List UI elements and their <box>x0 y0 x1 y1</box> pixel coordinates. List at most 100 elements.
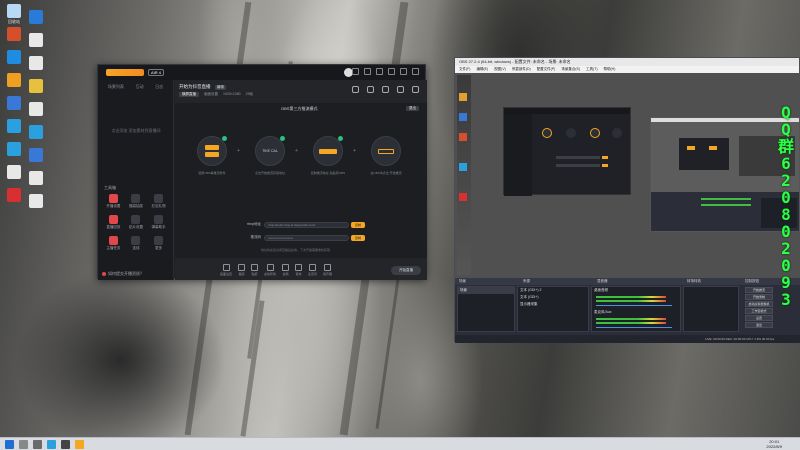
exit-button[interactable]: 退出 <box>406 106 419 111</box>
mic-volume-slider[interactable] <box>596 327 672 328</box>
desktop-icon[interactable] <box>3 188 25 212</box>
desktop-icon[interactable] <box>25 10 47 34</box>
taskbar-clock[interactable]: 20:01 2022/8/9 <box>766 439 782 449</box>
home-icon[interactable] <box>397 86 404 93</box>
desktop-icon[interactable] <box>3 142 25 166</box>
obs-control-button[interactable]: 工作室模式 <box>745 308 773 314</box>
sidebar-tabs: 场景列表 互动 日志 <box>98 80 173 90</box>
obs-titlebar[interactable]: OBS 27.2.4 (64-bit, windows) - 配置文件: 未命名… <box>455 58 799 66</box>
toolbar-item[interactable]: 合唱 <box>282 264 290 276</box>
desktop-icon[interactable] <box>3 73 25 97</box>
toolbar-item[interactable]: 贴纸 <box>251 264 259 276</box>
desktop-icon[interactable] <box>25 56 47 80</box>
desktop-icon[interactable]: 回收站 <box>3 4 25 28</box>
tool-item[interactable]: 开播设置 <box>102 194 125 209</box>
sidebar-tab[interactable]: 日志 <box>155 84 163 90</box>
qualification-hint[interactable]: 如何提交开播资质？ <box>102 271 144 277</box>
desktop-icon[interactable] <box>25 125 47 149</box>
obs-menu-item[interactable]: 工具(T) <box>586 66 597 73</box>
toolbar-item[interactable]: 扬声器 <box>323 264 332 276</box>
app-titlebar[interactable]: AIR 4 <box>98 65 425 80</box>
source-item[interactable]: 文本 (GDI+) 2 <box>518 287 588 294</box>
transitions-panel[interactable] <box>683 286 739 332</box>
go-live-button[interactable]: 开始直播 <box>391 266 421 275</box>
sources-list[interactable]: 文本 (GDI+) 2 文本 (GDI+) 显示器采集 <box>517 286 589 332</box>
tool-item[interactable]: 贴片设置 <box>125 215 148 230</box>
task-view-icon[interactable] <box>33 439 42 449</box>
rtmp-address-field[interactable]: rtmp://push-rtmp-l1.douyincdn.com/ <box>264 221 349 228</box>
obs-control-button[interactable]: 开始推流 <box>745 287 773 293</box>
print-icon[interactable] <box>367 86 374 93</box>
obs-menu-item[interactable]: 停靠部件(D) <box>512 66 531 73</box>
share-icon[interactable] <box>412 86 419 93</box>
overlay-char: 6 <box>781 154 791 173</box>
desktop-icon[interactable] <box>3 27 25 51</box>
desktop-icon[interactable] <box>25 194 47 218</box>
tool-item[interactable]: 弹幕助手 <box>147 215 170 230</box>
copy-key-button[interactable]: 复制 <box>351 234 365 241</box>
tool-item[interactable]: 主播任务 <box>102 236 125 251</box>
desktop-icon[interactable] <box>3 96 25 120</box>
desktop-icon[interactable] <box>25 79 47 103</box>
source-item[interactable]: 文本 (GDI+) <box>518 294 588 301</box>
obs-menu-item[interactable]: 场景集合(S) <box>561 66 580 73</box>
tool-item[interactable]: 福袋抽奖 <box>125 194 148 209</box>
stream-app-window[interactable]: AIR 4 场景列表 互动 日志 点击添加 添加素材到直播间 工具箱 开播设置 福袋抽… <box>97 64 427 280</box>
tool-item[interactable]: 红包礼物 <box>147 194 170 209</box>
settings-icon[interactable] <box>364 68 371 75</box>
scenes-list[interactable]: 场景 <box>457 286 515 332</box>
obs-taskbar-icon[interactable] <box>61 439 70 449</box>
stream-key-field[interactable]: •••••••••••••••••••••••• <box>264 234 349 241</box>
desktop-icon[interactable] <box>3 50 25 74</box>
obs-menu-item[interactable]: 帮助(H) <box>604 66 616 73</box>
start-button-icon[interactable] <box>5 439 14 449</box>
toolbar-item[interactable]: 麦克风 <box>308 264 317 276</box>
obs-control-button[interactable]: 退出 <box>745 322 773 328</box>
toolbar-item[interactable]: 美颜 <box>238 264 246 276</box>
camera-icon[interactable] <box>382 86 389 93</box>
tool-item[interactable]: 更多 <box>147 236 170 251</box>
desktop-icon[interactable] <box>25 102 47 126</box>
obs-menubar: 文件(F) 编辑(E) 视图(V) 停靠部件(D) 配置文件(P) 场景集合(S) 工具(T… <box>455 66 799 73</box>
toolbar-item[interactable]: 画面设置 <box>220 264 232 276</box>
obs-menu-item[interactable]: 编辑(E) <box>476 66 488 73</box>
obs-window[interactable]: OBS 27.2.4 (64-bit, windows) - 配置文件: 未命名… <box>454 57 800 343</box>
tool-icon <box>131 236 141 245</box>
toolbar-item[interactable]: 音效 <box>295 264 303 276</box>
obs-preview[interactable] <box>455 73 800 278</box>
sidebar-tab[interactable]: 场景列表 <box>108 84 124 90</box>
desktop-icon[interactable] <box>25 148 47 172</box>
stream-app-taskbar-icon[interactable] <box>75 439 84 449</box>
copy-rtmp-button[interactable]: 复制 <box>351 221 365 228</box>
toolbar-item[interactable]: 虚拟形象 <box>264 264 276 276</box>
obs-control-button[interactable]: 设置 <box>745 315 773 321</box>
close-icon[interactable] <box>412 68 419 75</box>
desktop-volume-slider[interactable] <box>596 305 672 306</box>
minimize-icon[interactable] <box>388 68 395 75</box>
tool-item[interactable]: 直播回放 <box>102 215 125 230</box>
obs-menu-item[interactable]: 视图(V) <box>494 66 506 73</box>
obs-control-button[interactable]: 开始录制 <box>745 294 773 300</box>
mic-audio-meter <box>596 322 666 324</box>
room-edit-badge[interactable]: 编辑 <box>214 85 226 90</box>
tool-label: 红包礼物 <box>151 204 166 208</box>
mail-icon[interactable] <box>352 68 359 75</box>
desktop-icon[interactable] <box>3 165 25 189</box>
edge-browser-icon[interactable] <box>47 439 56 449</box>
source-item[interactable]: 显示器采集 <box>518 301 588 308</box>
gift-icon[interactable] <box>352 86 359 93</box>
desktop-icon[interactable] <box>3 119 25 143</box>
app-icon <box>7 165 21 179</box>
maximize-icon[interactable] <box>400 68 407 75</box>
pin-icon[interactable] <box>376 68 383 75</box>
desktop-icon[interactable] <box>25 33 47 57</box>
desktop-icon[interactable] <box>25 171 47 195</box>
obs-control-button[interactable]: 启动虚拟摄像机 <box>745 301 773 307</box>
obs-menu-item[interactable]: 文件(F) <box>459 66 470 73</box>
obs-menu-item[interactable]: 配置文件(P) <box>537 66 556 73</box>
tool-item[interactable]: 连线 <box>125 236 148 251</box>
sidebar-tab[interactable]: 互动 <box>135 84 143 90</box>
search-icon[interactable] <box>19 439 28 449</box>
room-meta-item[interactable]: 横屏直播 <box>179 92 199 97</box>
scene-item[interactable]: 场景 <box>458 287 514 294</box>
